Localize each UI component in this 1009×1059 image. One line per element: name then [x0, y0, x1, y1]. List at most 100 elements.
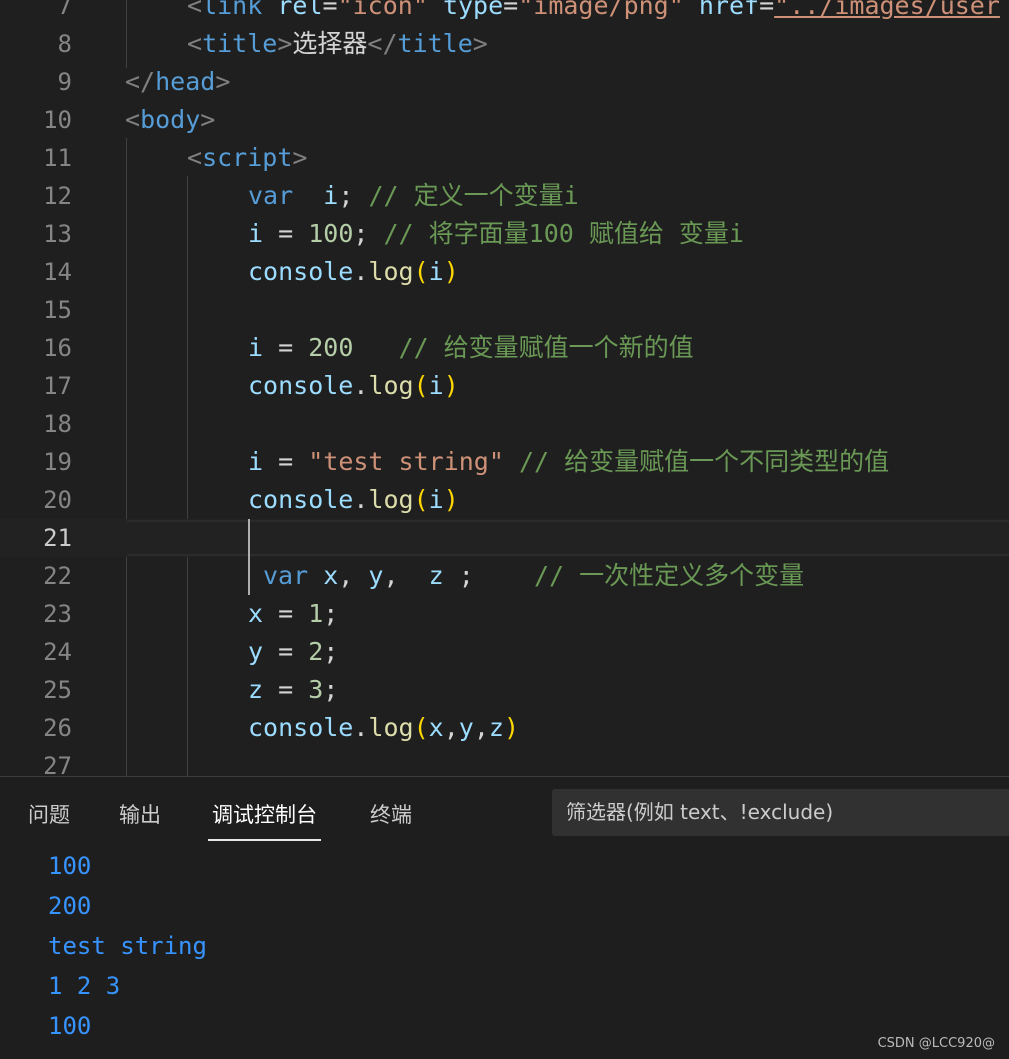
- code-line[interactable]: 12 var i; // 定义一个变量i: [0, 177, 1009, 215]
- code-line[interactable]: 9 </head>: [0, 63, 1009, 101]
- code-token: // 给变量赋值一个不同类型的值: [518, 447, 890, 476]
- tab-debug-console[interactable]: 调试控制台: [208, 797, 321, 841]
- code-token: =: [263, 675, 309, 704]
- code-line[interactable]: 20 console.log(i): [0, 481, 1009, 519]
- code-token: y: [368, 561, 384, 590]
- code-token: title: [397, 29, 473, 58]
- code-text: console.log(i): [248, 253, 459, 291]
- code-line[interactable]: 26 console.log(x,y,z): [0, 709, 1009, 747]
- code-token: (: [413, 713, 429, 742]
- code-token: "image/png": [518, 0, 684, 20]
- code-token: <: [187, 29, 203, 58]
- line-number: 12: [43, 182, 72, 210]
- code-token: // 给变量赋值一个新的值: [398, 333, 694, 362]
- code-line[interactable]: 17 console.log(i): [0, 367, 1009, 405]
- code-token: x: [428, 713, 444, 742]
- line-number: 27: [43, 752, 72, 776]
- code-token: </: [125, 67, 156, 96]
- code-token: type: [442, 0, 504, 20]
- code-token: ,: [443, 713, 459, 742]
- bottom-panel: 问题 输出 调试控制台 终端 筛选器(例如 text、!exclude) 100…: [0, 776, 1009, 1059]
- code-text: console.log(i): [248, 481, 459, 519]
- line-number: 14: [43, 258, 72, 286]
- code-token: rel: [277, 0, 323, 20]
- code-text: console.log(x,y,z): [248, 709, 519, 747]
- code-token: i: [248, 333, 264, 362]
- tab-output[interactable]: 输出: [119, 797, 161, 839]
- code-token: >: [200, 105, 216, 134]
- line-number: 7: [57, 0, 72, 20]
- code-line[interactable]: 7 <link rel="icon" type="image/png" href=…: [0, 0, 1009, 25]
- code-line[interactable]: 27: [0, 747, 1009, 776]
- code-token: ;: [323, 637, 339, 666]
- code-token: ): [503, 713, 520, 742]
- filter-input[interactable]: 筛选器(例如 text、!exclude): [552, 789, 1009, 836]
- code-token: console: [248, 485, 354, 514]
- code-line[interactable]: 22 var x, y, z ; // 一次性定义多个变量: [0, 557, 1009, 595]
- code-line[interactable]: 25 z = 3;: [0, 671, 1009, 709]
- line-number: 10: [43, 106, 72, 134]
- code-token: ;: [323, 675, 339, 704]
- code-line[interactable]: 14 console.log(i): [0, 253, 1009, 291]
- code-line[interactable]: 21: [0, 519, 1009, 557]
- code-token: ,: [338, 561, 369, 590]
- code-token: href: [698, 0, 760, 20]
- code-line[interactable]: 13 i = 100; // 将字面量100 赋值给 变量i: [0, 215, 1009, 253]
- code-token: console: [248, 371, 354, 400]
- line-number: 11: [43, 144, 72, 172]
- code-token: <: [187, 0, 203, 20]
- code-token: console: [248, 257, 354, 286]
- line-number: 25: [43, 676, 72, 704]
- code-token: title: [202, 29, 278, 58]
- code-line[interactable]: 8 <title>选择器</title>: [0, 25, 1009, 63]
- code-token: ,: [383, 561, 429, 590]
- line-number: 21: [43, 524, 72, 552]
- code-token: ;: [353, 219, 384, 248]
- console-output-line: test string: [48, 932, 207, 960]
- code-token: link: [202, 0, 263, 20]
- code-line[interactable]: 10 <body>: [0, 101, 1009, 139]
- code-token: ): [443, 371, 459, 400]
- line-number: 20: [43, 486, 72, 514]
- code-token: i: [323, 181, 339, 210]
- tab-terminal[interactable]: 终端: [370, 797, 412, 839]
- code-line[interactable]: 15: [0, 291, 1009, 329]
- code-editor[interactable]: 7 <link rel="icon" type="image/png" href=…: [0, 0, 1009, 776]
- code-token: =: [322, 0, 338, 20]
- line-number: 22: [43, 562, 72, 590]
- code-text: <link rel="icon" type="image/png" href="…: [187, 0, 1000, 25]
- code-text: var x, y, z ; // 一次性定义多个变量: [263, 557, 804, 595]
- line-number: 19: [43, 448, 72, 476]
- code-line[interactable]: 11 <script>: [0, 139, 1009, 177]
- code-token: console: [248, 713, 354, 742]
- line-number: 23: [43, 600, 72, 628]
- code-text: i = 100; // 将字面量100 赋值给 变量i: [248, 215, 744, 253]
- code-token: .: [353, 257, 369, 286]
- code-token: >: [472, 29, 488, 58]
- code-token: // 将字面量100 赋值给 变量i: [383, 219, 744, 248]
- code-token: =: [503, 0, 519, 20]
- code-token: .: [353, 713, 369, 742]
- code-token: z: [488, 713, 504, 742]
- code-token: "../images/user: [774, 0, 1000, 20]
- tab-problems[interactable]: 问题: [28, 797, 70, 839]
- code-token: ): [443, 485, 459, 514]
- code-line[interactable]: 23 x = 1;: [0, 595, 1009, 633]
- code-token: 200: [308, 333, 354, 362]
- code-line[interactable]: 24 y = 2;: [0, 633, 1009, 671]
- code-token: // 定义一个变量i: [368, 181, 579, 210]
- line-number: 9: [57, 68, 72, 96]
- code-token: log: [368, 257, 414, 286]
- code-text: x = 1;: [248, 595, 338, 633]
- text-cursor: [248, 519, 250, 595]
- code-text: var i; // 定义一个变量i: [248, 177, 579, 215]
- code-line[interactable]: 16 i = 200 // 给变量赋值一个新的值: [0, 329, 1009, 367]
- code-line[interactable]: 19 i = "test string" // 给变量赋值一个不同类型的值: [0, 443, 1009, 481]
- line-number: 18: [43, 410, 72, 438]
- code-line[interactable]: 18: [0, 405, 1009, 443]
- code-token: >: [292, 143, 308, 172]
